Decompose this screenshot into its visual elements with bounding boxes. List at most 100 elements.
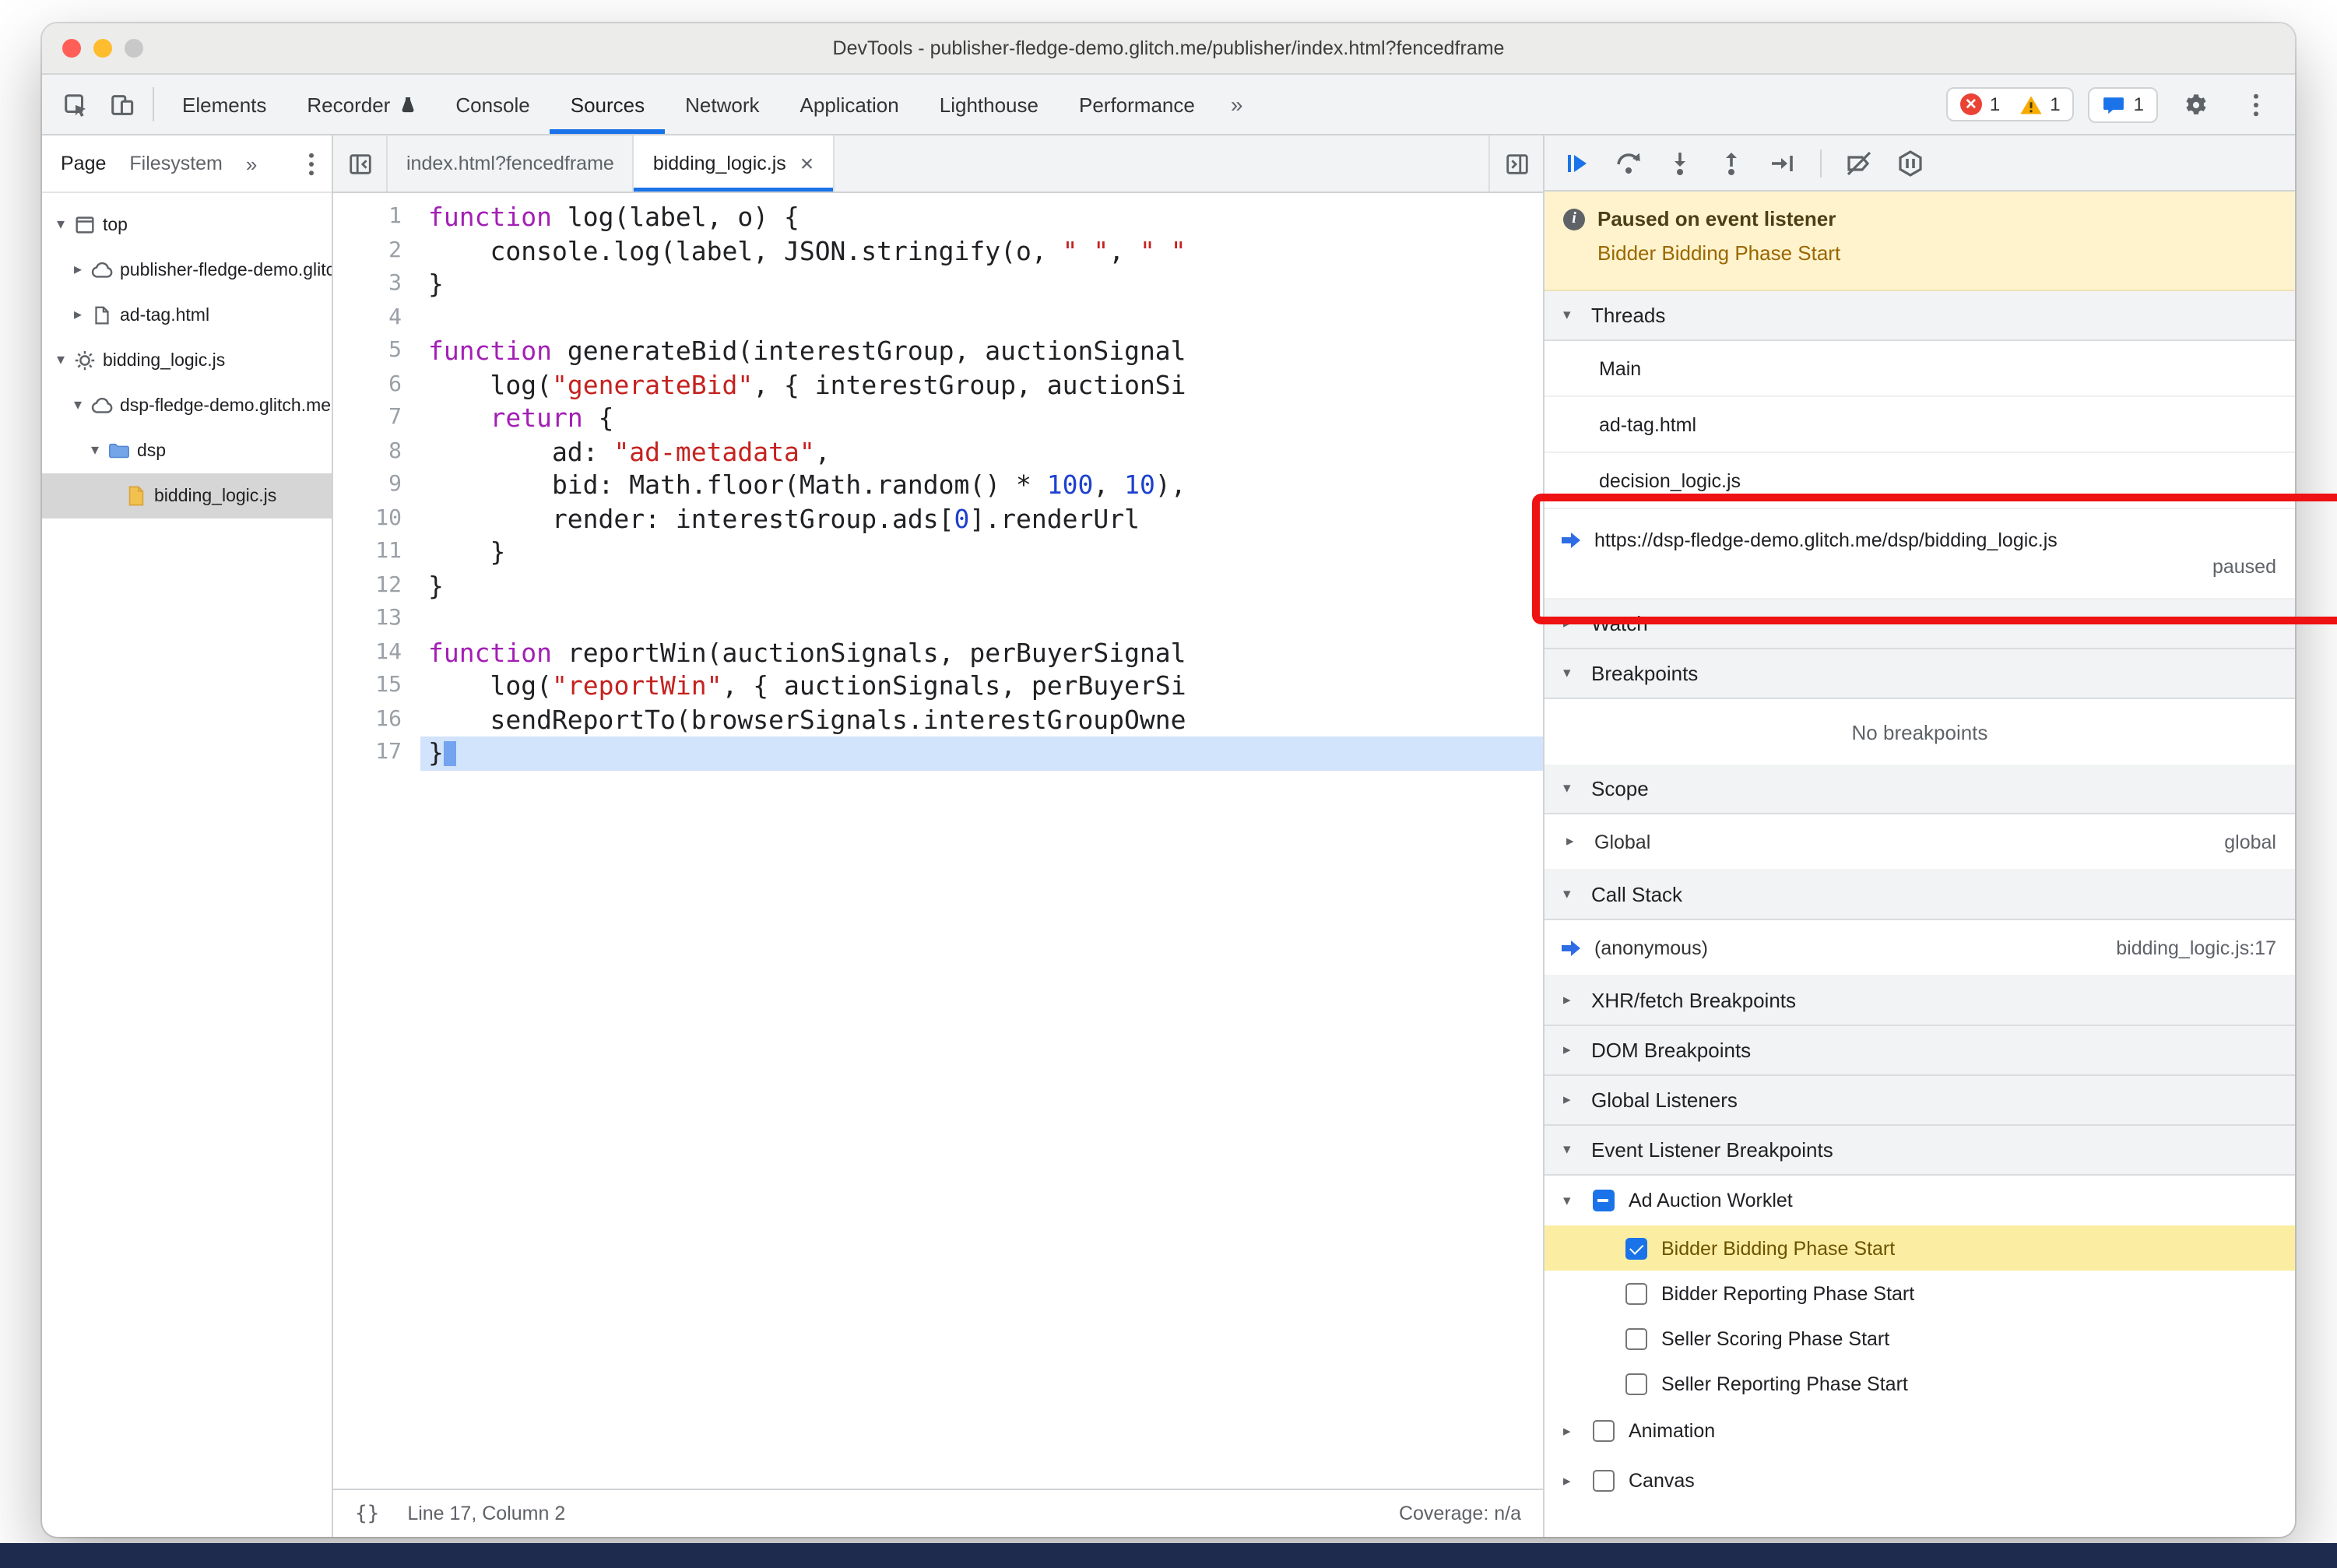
tree-item-ad-tag-html[interactable]: ▸ ad-tag.html <box>42 293 332 338</box>
checkbox-seller-scoring-phase-start[interactable] <box>1625 1327 1647 1349</box>
disclosure-arrow[interactable] <box>1563 1472 1579 1489</box>
more-panels-button[interactable]: » <box>1215 75 1259 134</box>
checkbox-seller-reporting-phase-start[interactable] <box>1625 1373 1647 1394</box>
code-text[interactable]: function generateBid(interestGroup, auct… <box>420 335 1543 368</box>
line-number[interactable]: 15 <box>333 670 420 703</box>
disclosure-arrow[interactable]: ▾ <box>86 442 104 459</box>
tree-item-publisher-fledge-demo-glitch-me[interactable]: ▸ publisher-fledge-demo.glitch.me <box>42 248 332 293</box>
disclosure-arrow[interactable]: ▸ <box>69 262 87 279</box>
step-into-button[interactable] <box>1666 149 1694 177</box>
console-counts[interactable]: ✕ 1 1 <box>1945 87 2075 121</box>
elb-item-seller-scoring-phase-start[interactable]: Seller Scoring Phase Start <box>1545 1316 2295 1361</box>
line-number[interactable]: 17 <box>333 737 420 770</box>
editor-tab-bidding-logic-js[interactable]: bidding_logic.js × <box>634 135 835 192</box>
section-dom-breakpoints[interactable]: DOM Breakpoints <box>1545 1026 2295 1076</box>
minimize-window-button[interactable] <box>93 39 112 58</box>
scope-global-row[interactable]: Global global <box>1545 814 2295 870</box>
line-number[interactable]: 14 <box>333 636 420 670</box>
section-scope[interactable]: Scope <box>1545 765 2295 814</box>
section-breakpoints[interactable]: Breakpoints <box>1545 649 2295 699</box>
code-text[interactable]: render: interestGroup.ads[0].renderUrl <box>420 502 1543 536</box>
device-toolbar-button[interactable] <box>98 75 145 134</box>
disclosure-arrow[interactable] <box>1563 1422 1579 1440</box>
elb-item-bidder-bidding-phase-start[interactable]: Bidder Bidding Phase Start <box>1545 1225 2295 1271</box>
code-text[interactable]: console.log(label, JSON.stringify(o, " "… <box>420 234 1543 268</box>
tab-performance[interactable]: Performance <box>1059 75 1215 134</box>
tree-item-bidding-logic-js[interactable]: bidding_logic.js <box>42 473 332 519</box>
elb-item-seller-reporting-phase-start[interactable]: Seller Reporting Phase Start <box>1545 1361 2295 1406</box>
disclosure-arrow[interactable]: ▸ <box>69 307 87 324</box>
deactivate-breakpoints-button[interactable] <box>1845 149 1873 177</box>
disclosure-arrow[interactable] <box>1563 1042 1579 1059</box>
line-number[interactable]: 1 <box>333 201 420 234</box>
tree-item-dsp[interactable]: ▾ dsp <box>42 428 332 473</box>
code-text[interactable]: log("generateBid", { interestGroup, auct… <box>420 368 1543 402</box>
checkbox-animation[interactable] <box>1593 1420 1615 1442</box>
code-text[interactable]: bid: Math.floor(Math.random() * 100, 10)… <box>420 469 1543 502</box>
issues-counter[interactable]: 1 <box>2088 86 2158 122</box>
inspect-element-button[interactable] <box>51 75 98 134</box>
code-text[interactable]: sendReportTo(browserSignals.interestGrou… <box>420 703 1543 737</box>
disclosure-arrow[interactable] <box>1563 992 1579 1009</box>
navigator-menu-button[interactable] <box>300 152 322 175</box>
thread-item-decision-logic-js[interactable]: decision_logic.js <box>1545 453 2295 509</box>
code-text[interactable] <box>420 301 1543 335</box>
disclosure-arrow[interactable] <box>1563 1141 1579 1158</box>
thread-item-main[interactable]: Main <box>1545 341 2295 397</box>
disclosure-arrow[interactable] <box>1563 1092 1579 1109</box>
line-number[interactable]: 3 <box>333 268 420 301</box>
step-out-button[interactable] <box>1717 149 1745 177</box>
disclosure-arrow[interactable] <box>1563 665 1579 682</box>
tab-lighthouse[interactable]: Lighthouse <box>919 75 1059 134</box>
tab-filesystem[interactable]: Filesystem <box>129 153 222 174</box>
section-watch[interactable]: Watch <box>1545 599 2295 649</box>
code-editor[interactable]: 1 function log(label, o) {2 console.log(l… <box>333 193 1543 1489</box>
call-stack-frame[interactable]: (anonymous) bidding_logic.js:17 <box>1545 920 2295 976</box>
settings-button[interactable] <box>2172 91 2219 118</box>
devtools-menu-button[interactable] <box>2233 93 2279 116</box>
checkbox-canvas[interactable] <box>1593 1470 1615 1492</box>
tab-sources[interactable]: Sources <box>550 75 665 134</box>
checkbox-bidder-bidding-phase-start[interactable] <box>1625 1237 1647 1259</box>
line-number[interactable]: 16 <box>333 703 420 737</box>
line-number[interactable]: 9 <box>333 469 420 502</box>
line-number[interactable]: 8 <box>333 435 420 469</box>
disclosure-arrow[interactable]: ▾ <box>51 352 70 369</box>
code-text[interactable]: ad: "ad-metadata", <box>420 435 1543 469</box>
section-call-stack[interactable]: Call Stack <box>1545 870 2295 920</box>
elb-group-canvas[interactable]: Canvas <box>1545 1456 2295 1506</box>
more-navigator-tabs-button[interactable]: » <box>246 152 257 175</box>
tab-page[interactable]: Page <box>61 153 106 174</box>
close-window-button[interactable] <box>62 39 81 58</box>
resume-button[interactable] <box>1563 149 1591 177</box>
code-text[interactable]: } <box>420 737 1543 770</box>
tab-application[interactable]: Application <box>780 75 919 134</box>
zoom-window-button[interactable] <box>125 39 143 58</box>
line-number[interactable]: 13 <box>333 603 420 636</box>
code-text[interactable]: return { <box>420 402 1543 435</box>
line-number[interactable]: 10 <box>333 502 420 536</box>
thread-item-https-dsp-fledge-demo-glitch-me-dsp-bidd[interactable]: https://dsp-fledge-demo.glitch.me/dsp/bi… <box>1545 509 2295 599</box>
disclosure-arrow[interactable] <box>1563 1192 1579 1209</box>
tab-elements[interactable]: Elements <box>162 75 286 134</box>
section-threads[interactable]: Threads <box>1545 291 2295 341</box>
elb-group-animation[interactable]: Animation <box>1545 1406 2295 1456</box>
tree-item-top[interactable]: ▾ top <box>42 202 332 248</box>
navigator-toggle-button[interactable] <box>333 135 388 192</box>
disclosure-arrow[interactable] <box>1563 886 1579 903</box>
section-global-listeners[interactable]: Global Listeners <box>1545 1076 2295 1126</box>
code-text[interactable]: } <box>420 569 1543 603</box>
code-text[interactable] <box>420 603 1543 636</box>
tab-console[interactable]: Console <box>435 75 550 134</box>
disclosure-arrow[interactable] <box>1563 307 1579 324</box>
editor-tab-index-html-fencedframe[interactable]: index.html?fencedframe <box>388 135 634 192</box>
line-number[interactable]: 4 <box>333 301 420 335</box>
code-text[interactable]: } <box>420 268 1543 301</box>
step-button[interactable] <box>1769 149 1797 177</box>
checkbox-ad-auction-worklet[interactable] <box>1593 1190 1615 1211</box>
line-number[interactable]: 11 <box>333 536 420 569</box>
disclosure-arrow[interactable] <box>1563 780 1579 797</box>
disclosure-arrow[interactable]: ▾ <box>51 216 70 234</box>
pretty-print-button[interactable]: {} <box>355 1502 379 1525</box>
code-text[interactable]: function reportWin(auctionSignals, perBu… <box>420 636 1543 670</box>
